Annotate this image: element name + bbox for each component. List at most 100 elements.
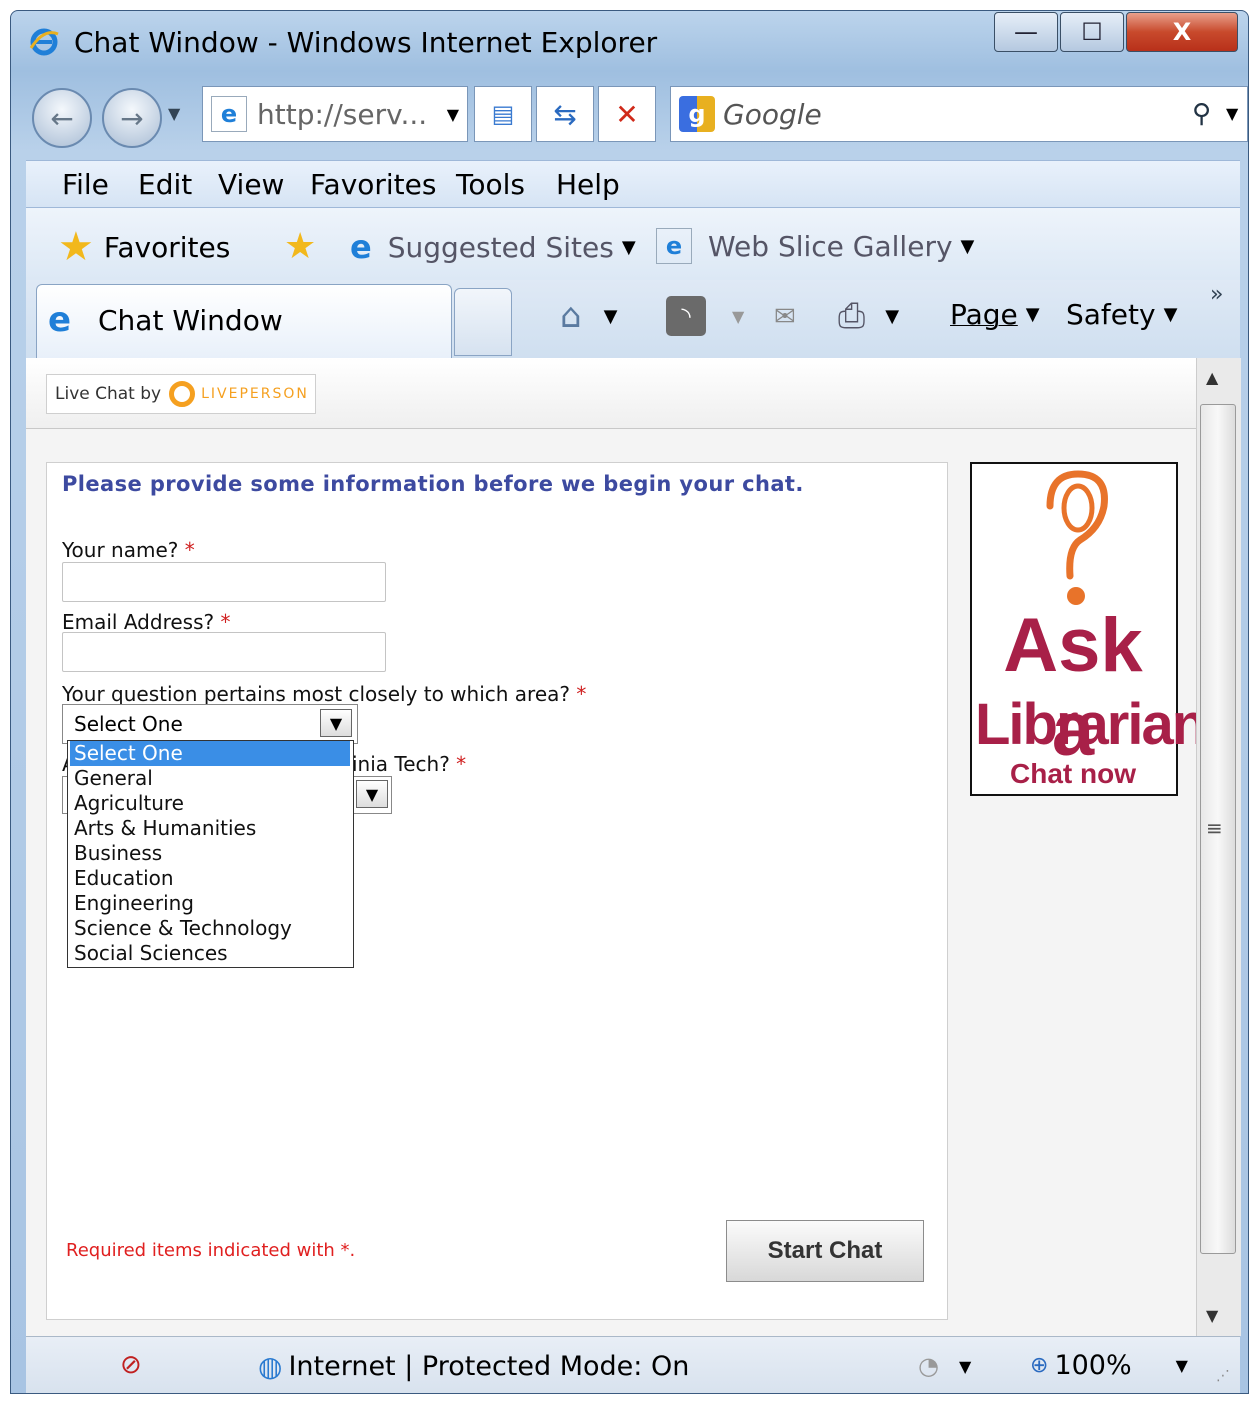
area-option[interactable]: Agriculture — [70, 791, 350, 816]
new-tab-button[interactable] — [454, 288, 512, 356]
search-placeholder: Google — [723, 97, 822, 131]
privacy-report-icon[interactable]: ⊘ — [120, 1350, 142, 1380]
safety-menu-label: Safety — [1066, 298, 1156, 331]
area-option[interactable]: Select One — [70, 741, 350, 766]
page-menu-label: Page — [950, 298, 1018, 331]
email-label: Email Address? * — [62, 610, 230, 634]
area-select-arrow-icon[interactable]: ▼ — [320, 709, 352, 737]
ie-logo-icon — [28, 26, 60, 58]
menu-favorites[interactable]: Favorites — [310, 168, 436, 201]
search-options-dropdown-icon[interactable]: ▼ — [1226, 104, 1238, 123]
page-menu-button[interactable]: Page ▼ — [950, 298, 1040, 331]
close-icon: X — [1172, 18, 1192, 46]
web-slice-gallery-button[interactable]: e Web Slice Gallery ▼ — [656, 228, 974, 264]
banner-line-librarian: Librarian — [975, 692, 1207, 757]
live-chat-by-text: Live Chat by — [55, 384, 162, 404]
recent-pages-dropdown-icon[interactable]: ▼ — [168, 104, 180, 123]
menu-help[interactable]: Help — [556, 168, 620, 201]
area-required-star: * — [576, 682, 587, 706]
area-select-value: Select One — [74, 712, 183, 736]
suggested-sites-label: Suggested Sites — [387, 230, 614, 264]
form-intro: Please provide some information before w… — [62, 472, 804, 496]
affiliation-select-arrow-icon[interactable]: ▼ — [356, 780, 388, 808]
email-input[interactable] — [62, 632, 386, 672]
close-button[interactable]: X — [1126, 12, 1238, 52]
email-required-star: * — [220, 610, 231, 634]
feeds-dropdown-icon: ▼ — [732, 306, 745, 326]
web-slice-icon: e — [656, 228, 692, 264]
scroll-grip-icon: ≡ — [1206, 816, 1223, 840]
internet-zone[interactable]: ◍ Internet | Protected Mode: On — [258, 1350, 689, 1383]
zoom-magnifier-icon: ⊕ — [1030, 1353, 1049, 1378]
affiliation-label: inia Tech? * — [352, 752, 466, 776]
address-url[interactable]: http://serv... — [257, 98, 427, 131]
stop-button[interactable]: ✕ — [598, 86, 656, 142]
compatibility-view-button[interactable]: ▤ — [474, 86, 532, 142]
google-icon: g — [679, 96, 715, 132]
zoom-level: 100% — [1054, 1350, 1132, 1381]
safety-dropdown-icon: ▼ — [1163, 304, 1178, 325]
protected-mode-settings-button[interactable]: ◔ ▼ — [918, 1352, 971, 1380]
maximize-button[interactable]: ☐ — [1060, 12, 1124, 52]
required-note: Required items indicated with *. — [66, 1240, 356, 1261]
zoom-button[interactable]: ⊕ 100% ▼ — [1030, 1350, 1188, 1381]
name-input[interactable] — [62, 562, 386, 602]
feeds-button[interactable]: ◝ ▼ — [666, 296, 744, 336]
liveperson-brand-text: LIVEPERSON — [201, 386, 309, 402]
add-to-favorites-bar-button[interactable]: ★ — [284, 226, 316, 267]
scroll-up-arrow-icon[interactable]: ▲ — [1206, 368, 1218, 387]
back-arrow-icon: ← — [50, 101, 74, 135]
back-button[interactable]: ← — [32, 88, 92, 148]
more-commands-chevron-icon[interactable]: » — [1210, 282, 1223, 307]
print-dropdown-icon: ▼ — [885, 305, 900, 327]
liveperson-logo: Live Chat by LIVEPERSON — [46, 374, 316, 414]
area-option[interactable]: Business — [70, 841, 350, 866]
settings-dropdown-icon: ▼ — [958, 1356, 972, 1376]
area-label-text: Your question pertains most closely to w… — [62, 682, 571, 706]
area-option[interactable]: Education — [70, 866, 350, 891]
email-label-text: Email Address? — [62, 610, 215, 634]
home-button[interactable]: ⌂ ▼ — [560, 296, 617, 336]
lock-globe-icon: ◔ — [918, 1352, 939, 1380]
menu-view[interactable]: View — [218, 168, 284, 201]
name-label: Your name? * — [62, 538, 195, 562]
banner-chat-now: Chat now — [1010, 758, 1136, 789]
scroll-down-arrow-icon[interactable]: ▼ — [1206, 1306, 1218, 1325]
mail-icon: ✉ — [774, 302, 796, 332]
area-option[interactable]: Engineering — [70, 891, 350, 916]
menu-bar — [26, 160, 1240, 208]
address-dropdown-icon[interactable]: ▼ — [447, 105, 459, 124]
favorites-star-icon: ★ — [58, 224, 94, 270]
menu-tools[interactable]: Tools — [456, 168, 525, 201]
area-option[interactable]: Science & Technology — [70, 916, 350, 941]
suggested-sites-button[interactable]: e Suggested Sites ▼ — [350, 228, 636, 266]
forward-arrow-icon: → — [120, 101, 144, 135]
search-box[interactable]: g Google ⚲ — [670, 86, 1248, 142]
ie-page-icon: e — [211, 96, 247, 132]
area-option[interactable]: Social Sciences — [70, 941, 350, 966]
rss-feed-icon: ◝ — [666, 296, 706, 336]
minimize-icon: — — [1014, 18, 1038, 46]
question-mark-icon — [1030, 466, 1120, 616]
security-zone-text: Internet | Protected Mode: On — [288, 1351, 690, 1382]
globe-icon: ◍ — [258, 1350, 283, 1383]
refresh-button[interactable]: ⇆ — [536, 86, 594, 142]
menu-edit[interactable]: Edit — [138, 168, 192, 201]
forward-button[interactable]: → — [102, 88, 162, 148]
favorites-button[interactable]: ★ Favorites — [58, 224, 230, 270]
area-option[interactable]: General — [70, 766, 350, 791]
name-label-text: Your name? — [62, 538, 179, 562]
menu-file[interactable]: File — [62, 168, 109, 201]
liveperson-ring-icon — [169, 381, 196, 407]
safety-menu-button[interactable]: Safety ▼ — [1066, 298, 1177, 331]
print-button[interactable]: ⎙ ▼ — [838, 296, 899, 336]
minimize-button[interactable]: — — [994, 12, 1058, 52]
area-option[interactable]: Arts & Humanities — [70, 816, 350, 841]
address-bar[interactable]: e http://serv... ▼ — [202, 86, 468, 142]
read-mail-button[interactable]: ✉ — [774, 302, 796, 332]
start-chat-button[interactable]: Start Chat — [726, 1220, 924, 1282]
web-slice-gallery-label: Web Slice Gallery — [708, 229, 953, 263]
search-icon[interactable]: ⚲ — [1192, 99, 1211, 129]
compatibility-icon: ▤ — [491, 100, 515, 128]
resize-grip-icon[interactable]: ⋰ — [1216, 1368, 1230, 1384]
